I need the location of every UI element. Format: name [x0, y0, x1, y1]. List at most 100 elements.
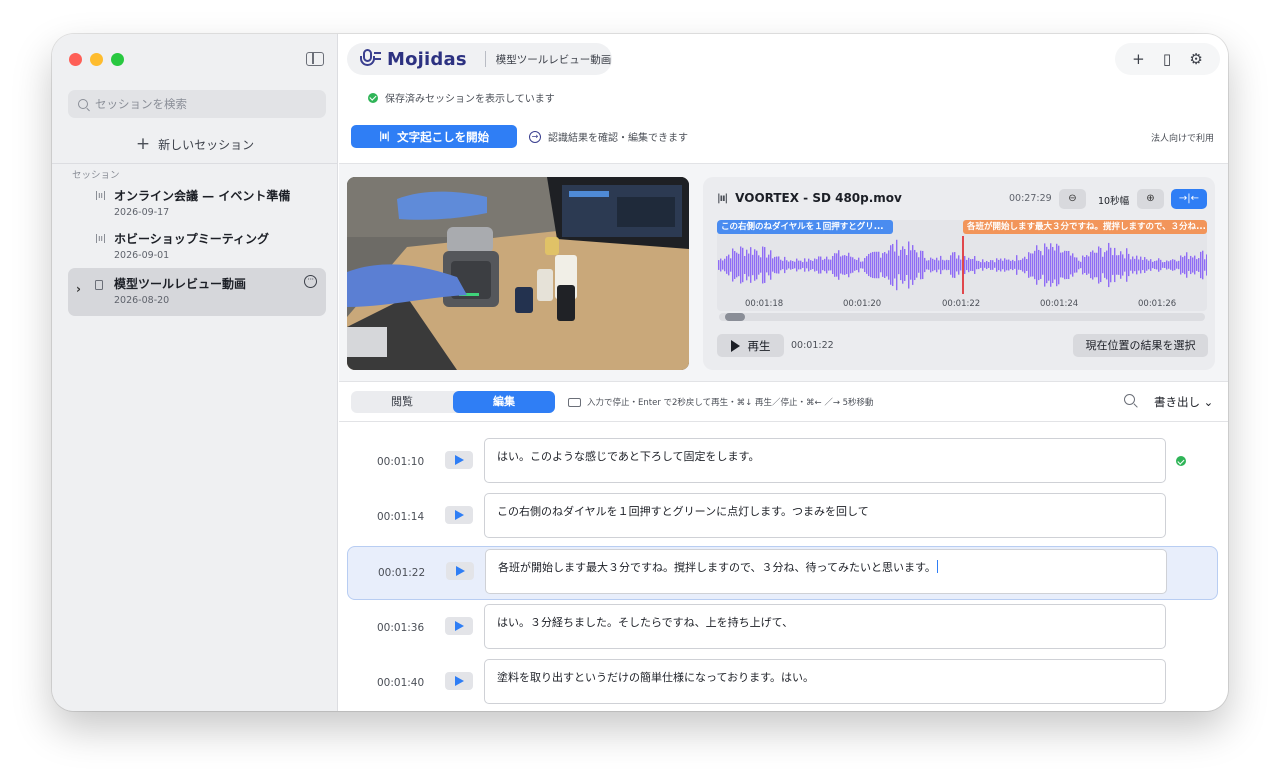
waveform-scroll-thumb[interactable] — [725, 313, 745, 321]
waveform-icon: |ıı| — [717, 192, 728, 204]
transcript-text: 各班が開始します最大３分ですね。撹拌しますので、３分ね、待ってみたいと思います。 — [498, 561, 936, 574]
new-session-button[interactable]: + 新しいセッション — [52, 130, 338, 158]
row-play-button[interactable] — [445, 506, 473, 524]
row-timestamp[interactable]: 00:01:36 — [377, 622, 424, 634]
row-timestamp[interactable]: 00:01:14 — [377, 511, 424, 523]
video-preview[interactable] — [347, 177, 689, 370]
more-options-icon[interactable]: ··· — [304, 275, 317, 288]
transcript-row: 00:01:10 はい。このような感じであと下ろして固定をします。 — [347, 436, 1218, 490]
transcript-text[interactable]: はい。このような感じであと下ろして固定をします。 — [484, 438, 1166, 483]
app-name: Mojidas — [387, 48, 467, 70]
start-button-label: 文字起こしを開始 — [397, 129, 490, 144]
close-window-button[interactable] — [69, 53, 82, 66]
playhead[interactable] — [962, 236, 964, 294]
row-play-button[interactable] — [445, 617, 473, 635]
export-menu-button[interactable]: 書き出し ⌄ — [1154, 394, 1213, 410]
minimize-window-button[interactable] — [90, 53, 103, 66]
transcript-list: 00:01:10 はい。このような感じであと下ろして固定をします。 00:01:… — [339, 423, 1228, 711]
transcript-text[interactable]: この右側のねダイヤルを１回押すとグリーンに点灯します。つまみを回して — [484, 493, 1166, 538]
keyboard-hint-text: 入力で停止・Enter で2秒戻して再生・⌘↓ 再生／停止・⌘← ／→ 5秒移動 — [587, 398, 874, 408]
new-session-label: 新しいセッション — [158, 137, 255, 152]
play-label: 再生 — [747, 338, 771, 353]
brand-header: Mojidas 模型ツールレビュー動画 — [347, 43, 612, 75]
session-search-input[interactable] — [95, 97, 315, 111]
transcript-row: 00:01:40 塗料を取り出すというだけの簡単仕様になっております。はい。 — [347, 657, 1218, 711]
session-item-selected[interactable]: › 模型ツールレビュー動画 2026-08-20 ··· — [68, 268, 326, 316]
transcript-row: 00:01:14 この右側のねダイヤルを１回押すとグリーンに点灯します。つまみを… — [347, 491, 1218, 545]
sidebar-toggle-icon[interactable] — [306, 52, 324, 66]
main-panel: Mojidas 模型ツールレビュー動画 + ▯ ⚙ 保存済みセッションを表示して… — [339, 34, 1228, 711]
waveform-scrollbar[interactable] — [719, 313, 1205, 321]
row-play-button[interactable] — [445, 672, 473, 690]
play-icon — [730, 339, 740, 352]
mode-segmented-control: 閲覧 編集 — [351, 391, 555, 413]
zoom-level: 10秒幅 — [1098, 196, 1130, 207]
document-icon — [95, 280, 103, 293]
waveform-icon: |ıı| — [95, 191, 107, 201]
tab-edit[interactable]: 編集 — [453, 391, 555, 413]
zoom-out-icon[interactable]: ⊖ — [1059, 189, 1086, 209]
toolbar-right: + ▯ ⚙ — [1115, 43, 1220, 75]
current-time: 00:01:22 — [791, 340, 834, 351]
play-button[interactable]: 再生 — [717, 334, 784, 357]
check-circle-icon — [1176, 456, 1186, 466]
search-icon — [78, 99, 88, 109]
corporate-link[interactable]: 法人向けで利用 — [1151, 131, 1214, 144]
sidebar: + 新しいセッション セッション |ıı| オンライン会議 — イベント準備 2… — [52, 34, 338, 711]
fit-to-view-icon[interactable]: →|← — [1171, 189, 1207, 209]
session-item[interactable]: |ıı| オンライン会議 — イベント準備 2026-09-17 — [68, 180, 326, 228]
session-date: 2026-08-20 — [114, 295, 170, 306]
plus-icon: + — [135, 133, 151, 154]
row-play-button[interactable] — [446, 562, 474, 580]
audio-waveform-panel: |ıı| VOORTEX - SD 480p.mov 00:27:29 ⊖ 10… — [703, 177, 1215, 370]
tab-view[interactable]: 閲覧 — [351, 391, 453, 413]
text-caret — [936, 560, 939, 573]
review-hint: → 認識結果を確認・編集できます — [529, 129, 688, 144]
time-tick: 00:01:26 — [1138, 299, 1177, 309]
transcript-text-editing[interactable]: 各班が開始します最大３分ですね。撹拌しますので、３分ね、待ってみたいと思います。 — [485, 549, 1167, 594]
start-transcription-button[interactable]: |ıı| 文字起こしを開始 — [351, 125, 517, 148]
select-current-result-button[interactable]: 現在位置の結果を選択 — [1073, 334, 1208, 357]
row-play-button[interactable] — [445, 451, 473, 469]
arrow-right-circle-icon: → — [529, 130, 541, 143]
status-message: 保存済みセッションを表示しています — [368, 90, 555, 105]
transcript-text[interactable]: 塗料を取り出すというだけの簡単仕様になっております。はい。 — [484, 659, 1166, 704]
section-label: セッション — [72, 170, 120, 181]
book-icon[interactable]: ▯ — [1163, 50, 1171, 68]
gear-icon[interactable]: ⚙ — [1189, 50, 1202, 68]
row-timestamp[interactable]: 00:01:22 — [378, 567, 425, 579]
transcript-row-active: 00:01:22 各班が開始します最大３分ですね。撹拌しますので、３分ね、待って… — [347, 546, 1218, 600]
session-item[interactable]: |ıı| ホビーショップミーティング 2026-09-01 — [68, 223, 326, 271]
time-tick: 00:01:22 — [942, 299, 981, 309]
waveform-area[interactable]: この右側のねダイヤルを１回押すとグリ... 各班が開始します最大３分ですね。撹拌… — [717, 220, 1207, 311]
divider — [52, 163, 338, 164]
row-timestamp[interactable]: 00:01:40 — [377, 677, 424, 689]
time-tick: 00:01:18 — [745, 299, 784, 309]
time-tick: 00:01:20 — [843, 299, 882, 309]
microphone-logo-icon — [359, 48, 381, 70]
review-hint-text: 認識結果を確認・編集できます — [548, 133, 688, 144]
total-duration: 00:27:29 — [1009, 193, 1052, 204]
session-search[interactable] — [68, 90, 326, 118]
zoom-in-icon[interactable]: ⊕ — [1137, 189, 1164, 209]
add-icon[interactable]: + — [1132, 50, 1145, 68]
file-name: VOORTEX - SD 480p.mov — [735, 191, 902, 205]
row-timestamp[interactable]: 00:01:10 — [377, 456, 424, 468]
session-title: 模型ツールレビュー動画 — [114, 277, 247, 291]
check-circle-icon — [368, 92, 378, 103]
status-text: 保存済みセッションを表示しています — [385, 94, 555, 105]
app-window: + 新しいセッション セッション |ıı| オンライン会議 — イベント準備 2… — [52, 34, 1228, 711]
session-title: オンライン会議 — イベント準備 — [114, 189, 291, 203]
session-date: 2026-09-01 — [114, 250, 170, 261]
media-section: |ıı| VOORTEX - SD 480p.mov 00:27:29 ⊖ 10… — [339, 164, 1228, 381]
transcript-row: 00:01:36 はい。３分経ちました。そしたらですね、上を持ち上げて、 — [347, 602, 1218, 656]
search-icon[interactable] — [1124, 394, 1135, 405]
audio-title: |ıı| VOORTEX - SD 480p.mov — [717, 191, 902, 205]
divider — [484, 51, 486, 67]
keyboard-icon — [568, 397, 581, 407]
transcript-text[interactable]: はい。３分経ちました。そしたらですね、上を持ち上げて、 — [484, 604, 1166, 649]
chevron-right-icon[interactable]: › — [76, 282, 81, 296]
zoom-window-button[interactable] — [111, 53, 124, 66]
session-title-header: 模型ツールレビュー動画 — [495, 53, 612, 66]
video-frame-image — [347, 177, 689, 370]
